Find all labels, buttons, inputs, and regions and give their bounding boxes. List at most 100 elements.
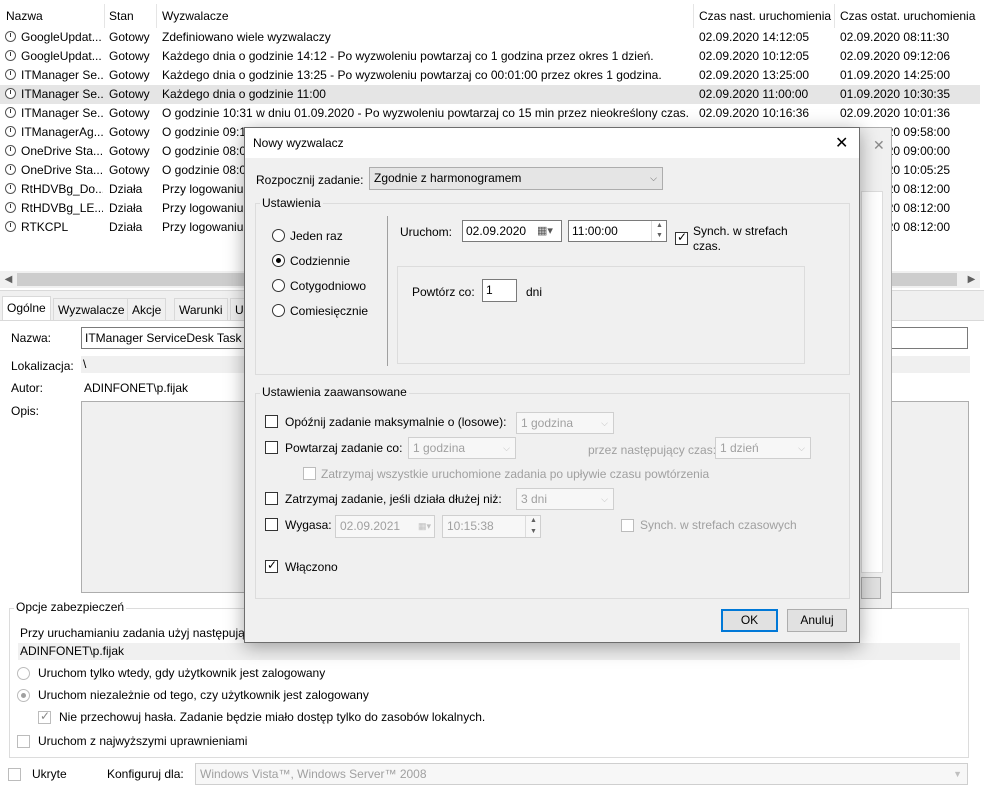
schedule-monthly-radio[interactable] — [272, 304, 285, 317]
column-header-next-run[interactable]: Czas nast. uruchomienia — [699, 6, 831, 26]
column-divider[interactable] — [156, 4, 157, 28]
chevron-down-icon: ⌵ — [601, 494, 608, 504]
begin-task-label: Rozpocznij zadanie: — [256, 173, 364, 187]
task-next-cell: 02.09.2020 13:25:00 — [699, 68, 810, 82]
schedule-weekly-label: Cotygodniowo — [290, 279, 367, 293]
task-trigger-cell: O godzinie 10:31 w dniu 01.09.2020 - Po … — [162, 106, 689, 120]
start-date-picker[interactable]: 02.09.2020 ▦▾ — [462, 220, 562, 242]
scroll-right-icon[interactable]: ▶ — [963, 271, 980, 288]
chevron-down-icon: ▼ — [953, 769, 962, 779]
sync-time-zones-label: Synch. w strefach czas. — [693, 224, 788, 253]
column-divider[interactable] — [104, 4, 105, 28]
tab-triggers[interactable]: Wyzwalacze — [53, 298, 130, 321]
tab-general[interactable]: Ogólne — [2, 296, 51, 321]
close-icon[interactable]: ✕ — [873, 137, 885, 154]
task-last-cell: 02.09.2020 08:11:30 — [840, 30, 950, 44]
configure-for-label: Konfiguruj dla: — [107, 767, 184, 781]
no-store-password-checkbox[interactable] — [38, 709, 51, 724]
stop-if-runs-longer-label: Zatrzymaj zadanie, jeśli działa dłużej n… — [285, 492, 502, 506]
spin-down-icon[interactable]: ▼ — [652, 231, 666, 241]
highest-privileges-checkbox[interactable] — [17, 735, 30, 748]
run-always-label: Uruchom niezależnie od tego, czy użytkow… — [38, 688, 369, 702]
background-dialog-button[interactable] — [861, 577, 881, 599]
table-row[interactable]: GoogleUpdat... Gotowy Każdego dnia o godzi… — [0, 47, 980, 66]
expire-checkbox[interactable] — [265, 518, 278, 531]
enabled-checkbox[interactable] — [265, 558, 278, 573]
time-spinner[interactable]: ▲ ▼ — [651, 221, 666, 241]
delay-task-label: Opóźnij zadanie maksymalnie o (losowe): — [285, 415, 507, 429]
tab-conditions[interactable]: Warunki — [174, 298, 228, 321]
sync-time-zones-checkbox[interactable] — [675, 230, 688, 245]
column-header-triggers[interactable]: Wyzwalacze — [162, 6, 229, 26]
task-status-cell: Działa — [109, 182, 143, 196]
task-clock-icon — [5, 88, 16, 99]
schedule-daily-radio[interactable] — [272, 254, 285, 267]
chevron-down-icon: ⌵ — [503, 443, 510, 453]
security-options-title: Opcje zabezpieczeń — [14, 600, 127, 614]
hidden-label: Ukryte — [32, 767, 67, 781]
table-row[interactable]: ITManager Se... Gotowy Każdego dnia o godz… — [0, 66, 980, 85]
table-row[interactable]: ITManager Se... Gotowy Każdego dnia o godz… — [0, 85, 980, 104]
run-when-logged-radio[interactable] — [17, 667, 30, 680]
column-divider[interactable] — [693, 4, 694, 28]
name-label: Nazwa: — [11, 331, 52, 345]
delay-task-select[interactable]: 1 godzina ⌵ — [516, 412, 614, 434]
task-name-cell: ITManagerAg... — [21, 125, 103, 139]
schedule-daily-label: Codziennie — [290, 254, 351, 268]
task-name-cell: RTKCPL — [21, 220, 69, 234]
tab-actions[interactable]: Akcje — [127, 298, 167, 321]
stop-if-runs-longer-select[interactable]: 3 dni ⌵ — [516, 488, 614, 510]
delay-task-checkbox[interactable] — [265, 415, 278, 428]
task-next-cell: 02.09.2020 14:12:05 — [699, 30, 810, 44]
enabled-label: Włączono — [285, 560, 338, 574]
cancel-button[interactable]: Anuluj — [787, 609, 847, 632]
highest-privileges-label: Uruchom z najwyższymi uprawnieniami — [38, 734, 248, 748]
spin-up-icon[interactable]: ▲ — [652, 221, 666, 231]
task-clock-icon — [5, 202, 16, 213]
repeat-every-field[interactable]: 1 — [482, 279, 517, 302]
task-name-cell: GoogleUpdat... — [21, 49, 102, 63]
new-trigger-dialog: Nowy wyzwalacz ✕ Rozpocznij zadanie: Zgo… — [244, 127, 860, 643]
expire-date-picker[interactable]: 02.09.2021 ▦▾ — [335, 515, 435, 538]
begin-task-select[interactable]: Zgodnie z harmonogramem ⌵ — [369, 167, 663, 190]
column-header-status[interactable]: Stan — [109, 6, 134, 26]
background-dialog: ✕ — [858, 127, 892, 609]
task-name-cell: ITManager Se... — [21, 106, 103, 120]
task-status-cell: Gotowy — [109, 30, 150, 44]
author-value: ADINFONET\p.fijak — [84, 381, 189, 395]
task-status-cell: Gotowy — [109, 163, 150, 177]
repeat-task-checkbox[interactable] — [265, 441, 278, 454]
ok-button[interactable]: OK — [721, 609, 778, 632]
table-row[interactable]: ITManager Se... Gotowy O godzinie 10:31 w … — [0, 104, 980, 123]
scroll-left-icon[interactable]: ◀ — [0, 271, 17, 288]
calendar-icon[interactable]: ▦▾ — [537, 221, 553, 241]
spin-up-icon[interactable]: ▲ — [526, 516, 540, 527]
schedule-weekly-radio[interactable] — [272, 279, 285, 292]
background-dialog-panel — [861, 191, 883, 573]
hidden-checkbox[interactable] — [8, 768, 21, 781]
column-header-last-run[interactable]: Czas ostat. uruchomienia — [840, 6, 975, 26]
schedule-monthly-label: Comiesięcznie — [290, 304, 369, 318]
time-spinner[interactable]: ▲ ▼ — [525, 516, 540, 538]
table-row[interactable]: GoogleUpdat... Gotowy Zdefiniowano wiele w… — [0, 28, 980, 47]
stop-all-tasks-label: Zatrzymaj wszystkie uruchomione zadania … — [321, 467, 710, 481]
expire-time-field[interactable]: 10:15:38 ▲ ▼ — [442, 515, 541, 538]
stop-if-runs-longer-checkbox[interactable] — [265, 492, 278, 505]
stop-all-tasks-checkbox[interactable] — [303, 467, 316, 480]
start-time-field[interactable]: 11:00:00 ▲ ▼ — [568, 220, 667, 242]
task-clock-icon — [5, 69, 16, 80]
expire-sync-checkbox[interactable] — [621, 519, 634, 532]
column-divider[interactable] — [834, 4, 835, 28]
task-status-cell: Gotowy — [109, 87, 150, 101]
schedule-once-radio[interactable] — [272, 229, 285, 242]
run-always-radio[interactable] — [17, 689, 30, 702]
repeat-task-select[interactable]: 1 godzina ⌵ — [408, 437, 516, 459]
configure-for-select[interactable]: Windows Vista™, Windows Server™ 2008 ▼ — [195, 763, 968, 785]
spin-down-icon[interactable]: ▼ — [526, 527, 540, 538]
task-trigger-cell: Każdego dnia o godzinie 14:12 - Po wyzwo… — [162, 49, 654, 63]
duration-select[interactable]: 1 dzień ⌵ — [715, 437, 811, 459]
dialog-title-bar[interactable]: Nowy wyzwalacz ✕ — [245, 128, 859, 158]
task-clock-icon — [5, 50, 16, 61]
close-icon[interactable]: ✕ — [835, 133, 848, 153]
column-header-name[interactable]: Nazwa — [6, 6, 43, 26]
